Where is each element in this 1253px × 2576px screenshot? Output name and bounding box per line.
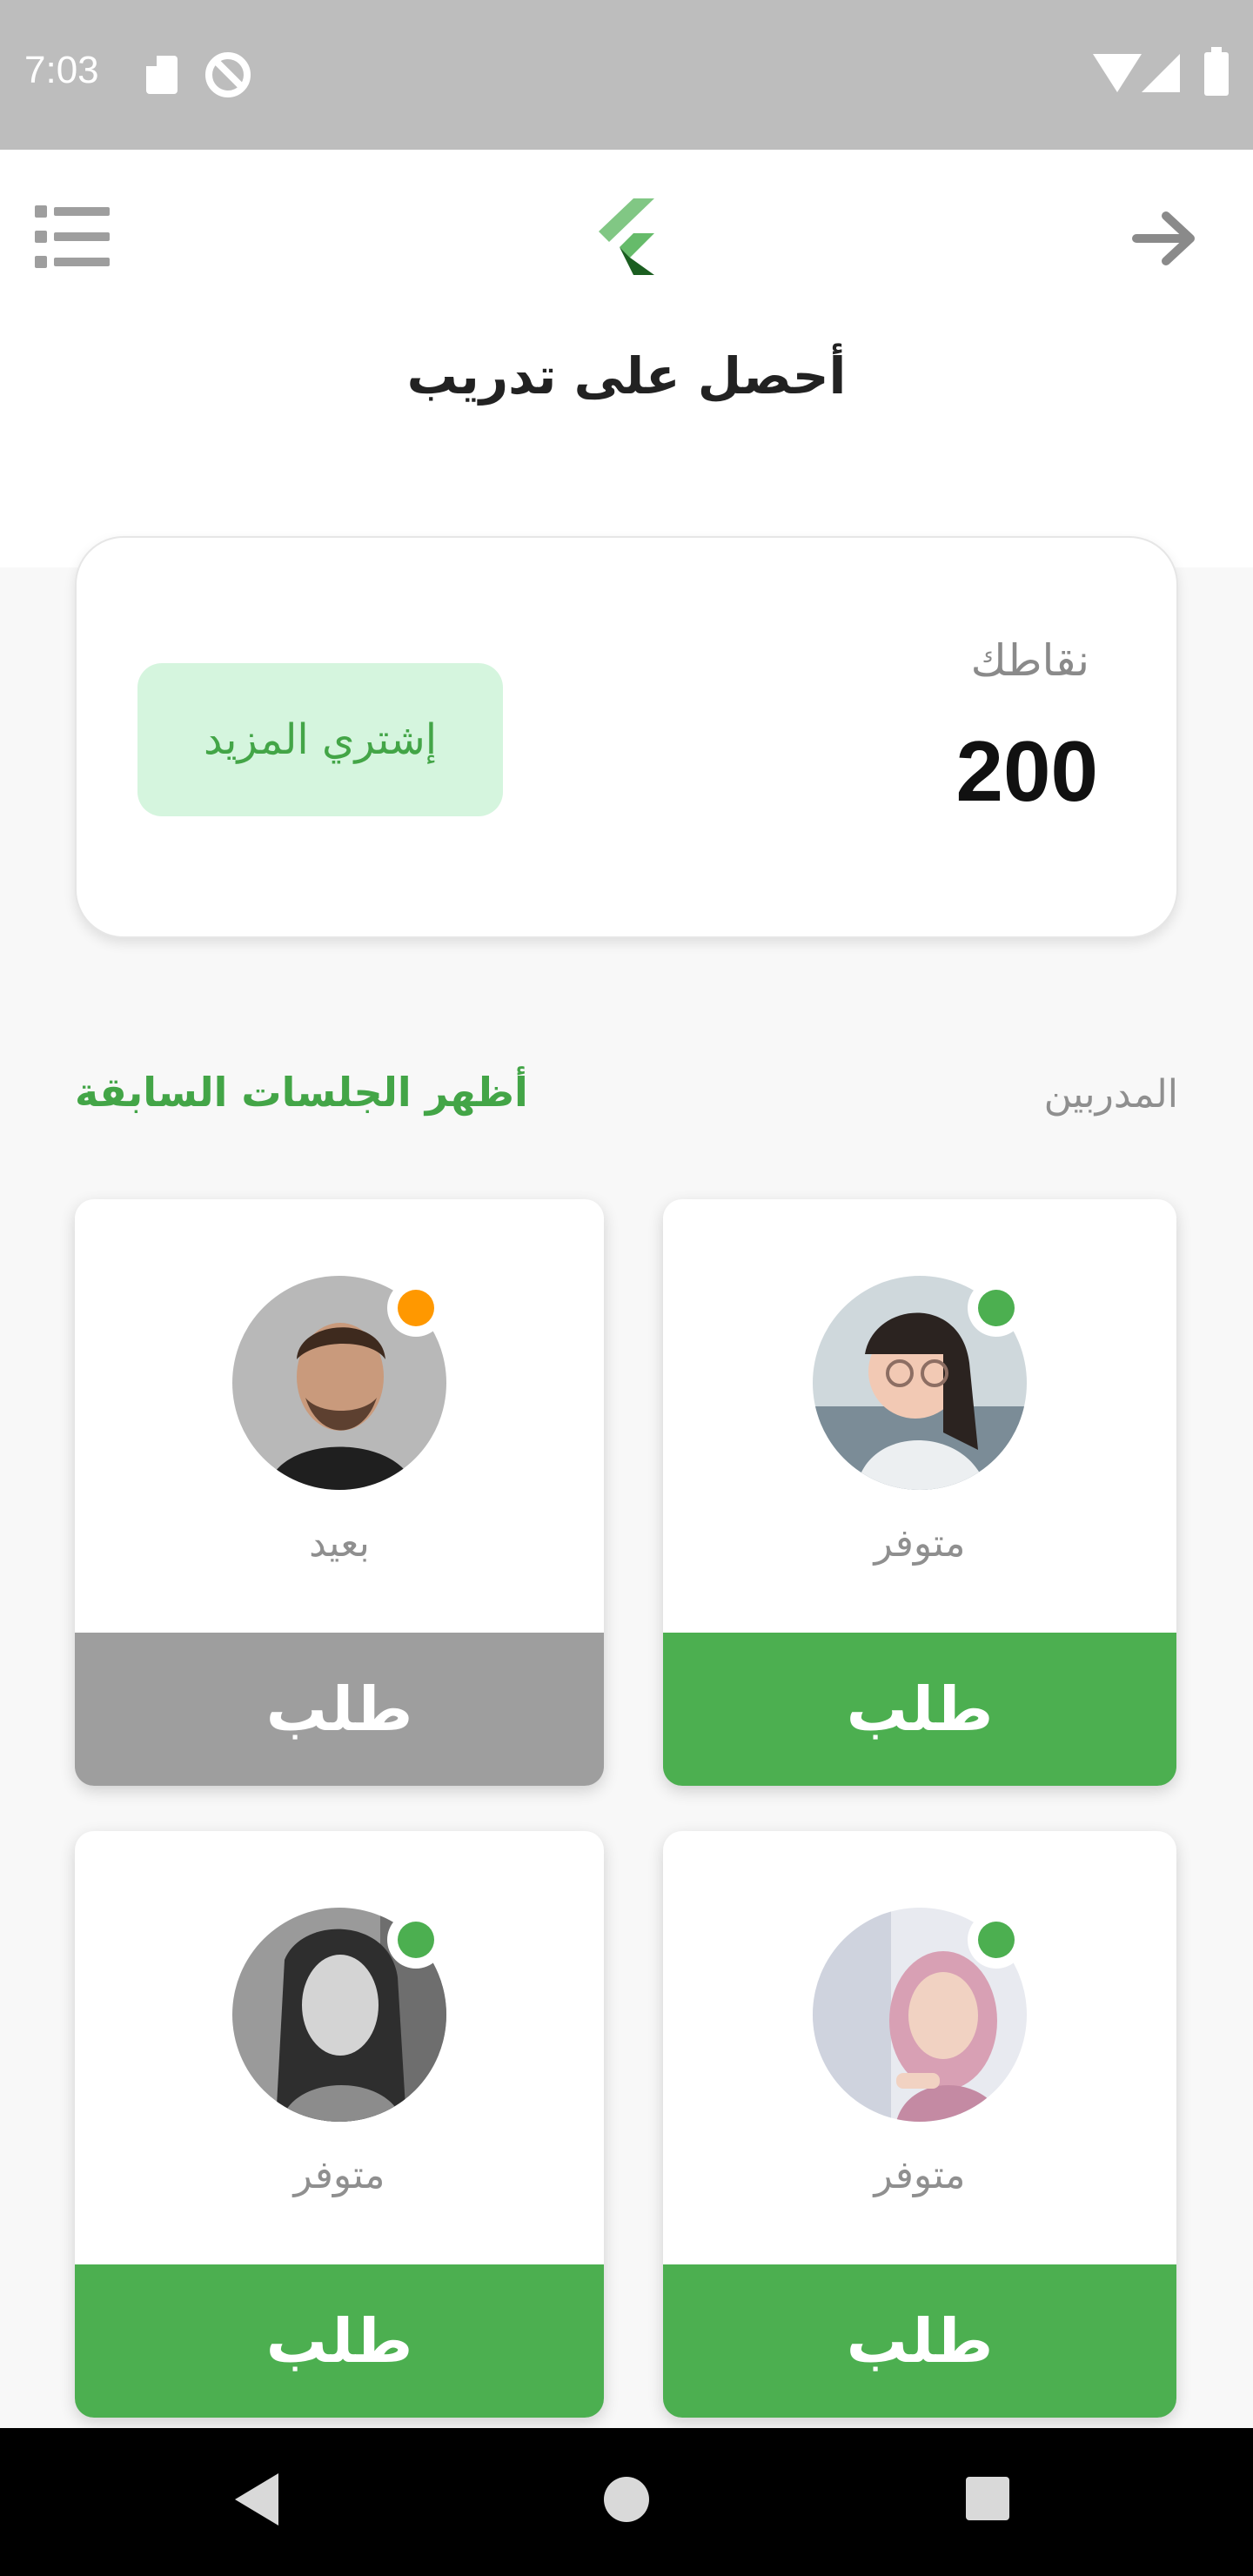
availability-dot: [968, 1279, 1025, 1337]
trainer-status: بعيد: [309, 1521, 370, 1566]
trainer-avatar-wrap: [232, 1908, 446, 2122]
trainers-section-title: المدربين: [1043, 1072, 1178, 1117]
list-menu-icon[interactable]: [35, 204, 111, 270]
trainer-avatar-wrap: [813, 1276, 1027, 1490]
trainer-status: متوفر: [293, 2153, 385, 2197]
status-bar: 7:03: [0, 0, 1253, 150]
points-label: نقاطك: [970, 635, 1089, 686]
trainer-card: متوفر طلب: [663, 1199, 1176, 1786]
arrow-right-icon[interactable]: [1131, 204, 1201, 273]
request-button[interactable]: طلب: [75, 2264, 604, 2418]
trainer-avatar-wrap: [813, 1908, 1027, 2122]
points-value: 200: [955, 723, 1098, 819]
wifi-icon: [1093, 54, 1142, 92]
points-card: نقاطك 200 إشتري المزيد: [75, 536, 1178, 938]
trainer-status: متوفر: [874, 1521, 966, 1566]
flutter-logo-icon: [599, 198, 654, 275]
trainer-avatar-wrap: [232, 1276, 446, 1490]
trainer-card: متوفر طلب: [663, 1831, 1176, 2418]
trainer-status: متوفر: [874, 2153, 966, 2197]
nav-recent-apps-icon[interactable]: [966, 2477, 1009, 2520]
show-previous-sessions-link[interactable]: أظهر الجلسات السابقة: [75, 1069, 528, 1116]
signal-icon: [1142, 54, 1180, 92]
availability-dot: [387, 1279, 445, 1337]
page-title: أحصل على تدريب: [406, 346, 847, 406]
availability-dot: [387, 1911, 445, 1969]
sd-card-icon: [146, 56, 178, 94]
buy-more-button[interactable]: إشتري المزيد: [137, 663, 503, 816]
battery-icon: [1204, 47, 1229, 96]
status-time: 7:03: [24, 49, 99, 91]
request-button[interactable]: طلب: [663, 1633, 1176, 1786]
trainer-card: متوفر طلب: [75, 1831, 604, 2418]
request-button[interactable]: طلب: [75, 1633, 604, 1786]
nav-home-icon[interactable]: [604, 2477, 649, 2522]
nav-back-icon[interactable]: [235, 2473, 278, 2526]
do-not-disturb-icon: [205, 52, 251, 97]
trainer-card: بعيد طلب: [75, 1199, 604, 1786]
request-button[interactable]: طلب: [663, 2264, 1176, 2418]
system-navigation-bar: [0, 2428, 1253, 2576]
availability-dot: [968, 1911, 1025, 1969]
app-bar: أحصل على تدريب: [0, 150, 1253, 567]
